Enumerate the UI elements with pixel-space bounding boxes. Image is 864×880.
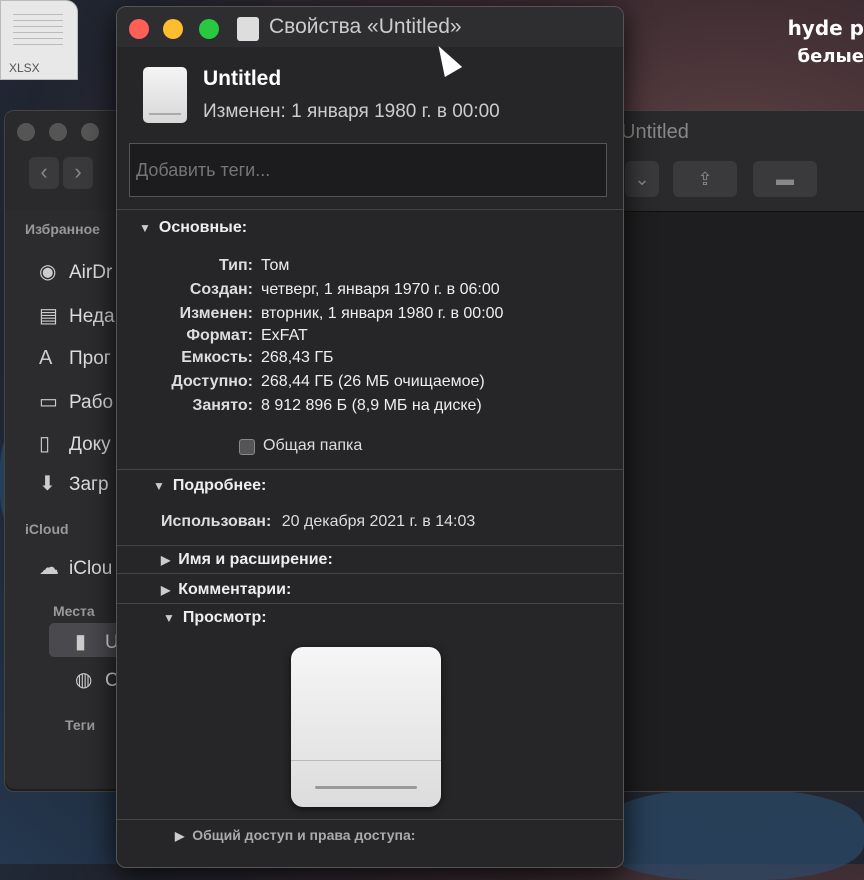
- cloud-icon: ☁: [39, 557, 59, 579]
- window-title: Свойства «Untitled»: [269, 15, 462, 38]
- file-extension-label: XLSX: [9, 61, 40, 75]
- external-drive-icon: [143, 67, 187, 123]
- sidebar-places-header: Места: [53, 603, 95, 619]
- sidebar-item-recents[interactable]: ▤ Неда: [39, 303, 115, 328]
- sidebar-item-downloads[interactable]: ⬇ Загр: [39, 471, 109, 496]
- sidebar-item-applications[interactable]: A Прог: [39, 347, 111, 370]
- zoom-button[interactable]: [199, 19, 219, 39]
- shared-folder-label: Общая папка: [263, 437, 363, 454]
- preview-section-toggle[interactable]: ▼ Просмотр:: [163, 609, 267, 627]
- last-used-row: Использован: 20 декабря 2021 г. в 14:03: [161, 513, 475, 531]
- info-titlebar: Свойства «Untitled»: [117, 7, 623, 47]
- get-info-window: Свойства «Untitled» Untitled Изменен: 1 …: [116, 6, 624, 868]
- more-info-section-toggle[interactable]: ▼ Подробнее:: [153, 477, 266, 495]
- drive-icon: ▮: [75, 631, 87, 653]
- finder-minimize-button[interactable]: [49, 123, 67, 141]
- sidebar-item-icloud[interactable]: ☁ iClou: [39, 555, 112, 580]
- airdrop-icon: ◉: [39, 261, 57, 283]
- volume-name: Untitled: [203, 67, 282, 90]
- forward-button[interactable]: ›: [63, 157, 93, 189]
- finder-window-title: Untitled: [621, 121, 689, 143]
- disclosure-closed-icon: ▶: [161, 553, 171, 567]
- tags-input[interactable]: [129, 143, 607, 197]
- xlsx-file-icon[interactable]: XLSX: [0, 0, 78, 80]
- applications-icon: A: [39, 347, 53, 369]
- sidebar-item-desktop[interactable]: ▭ Рабо: [39, 389, 113, 414]
- shared-folder-checkbox[interactable]: [239, 439, 255, 455]
- last-used-value: 20 декабря 2021 г. в 14:03: [281, 513, 476, 530]
- tag-icon[interactable]: ▬: [753, 161, 817, 197]
- name-extension-section-toggle[interactable]: ▶ Имя и расширение:: [161, 551, 333, 569]
- sidebar-item-documents[interactable]: ▯ Доку: [39, 431, 111, 456]
- sidebar-favorites-header: Избранное: [25, 221, 100, 237]
- sidebar-tags-header: Теги: [65, 717, 96, 733]
- desktop-icon: ▭: [39, 391, 58, 413]
- sharing-permissions-section-toggle[interactable]: ▶ Общий доступ и права доступа:: [175, 827, 415, 843]
- desktop-wallpaper-rock: [600, 790, 864, 880]
- downloads-icon: ⬇: [39, 473, 56, 495]
- recents-icon: ▤: [39, 305, 58, 327]
- disclosure-closed-icon: ▶: [161, 583, 171, 597]
- comments-section-toggle[interactable]: ▶ Комментарии:: [161, 581, 291, 599]
- close-button[interactable]: [129, 19, 149, 39]
- drive-preview-image: [291, 647, 441, 807]
- desktop-text-line2: белые: [797, 46, 864, 67]
- documents-icon: ▯: [39, 433, 51, 455]
- general-section-toggle[interactable]: ▼ Основные:: [139, 219, 247, 237]
- sidebar-item-airdrop[interactable]: ◉ AirDr: [39, 259, 112, 284]
- back-button[interactable]: ‹: [29, 157, 59, 189]
- sidebar-icloud-header: iCloud: [25, 521, 69, 537]
- disclosure-closed-icon: ▶: [175, 829, 185, 843]
- desktop-text-line1: hyde p: [787, 16, 864, 40]
- minimize-button[interactable]: [163, 19, 183, 39]
- share-icon[interactable]: ⇪: [673, 161, 737, 197]
- drive-icon: [237, 17, 259, 41]
- modified-date: Изменен: 1 января 1980 г. в 00:00: [203, 101, 500, 122]
- view-options-dropdown[interactable]: ⌄: [625, 161, 659, 197]
- disclosure-open-icon: ▼: [163, 611, 175, 625]
- finder-close-button[interactable]: [17, 123, 35, 141]
- disclosure-open-icon: ▼: [139, 221, 151, 235]
- network-icon: ◍: [75, 669, 93, 691]
- disclosure-open-icon: ▼: [153, 479, 165, 493]
- finder-zoom-button[interactable]: [81, 123, 99, 141]
- last-used-label: Использован:: [161, 513, 272, 530]
